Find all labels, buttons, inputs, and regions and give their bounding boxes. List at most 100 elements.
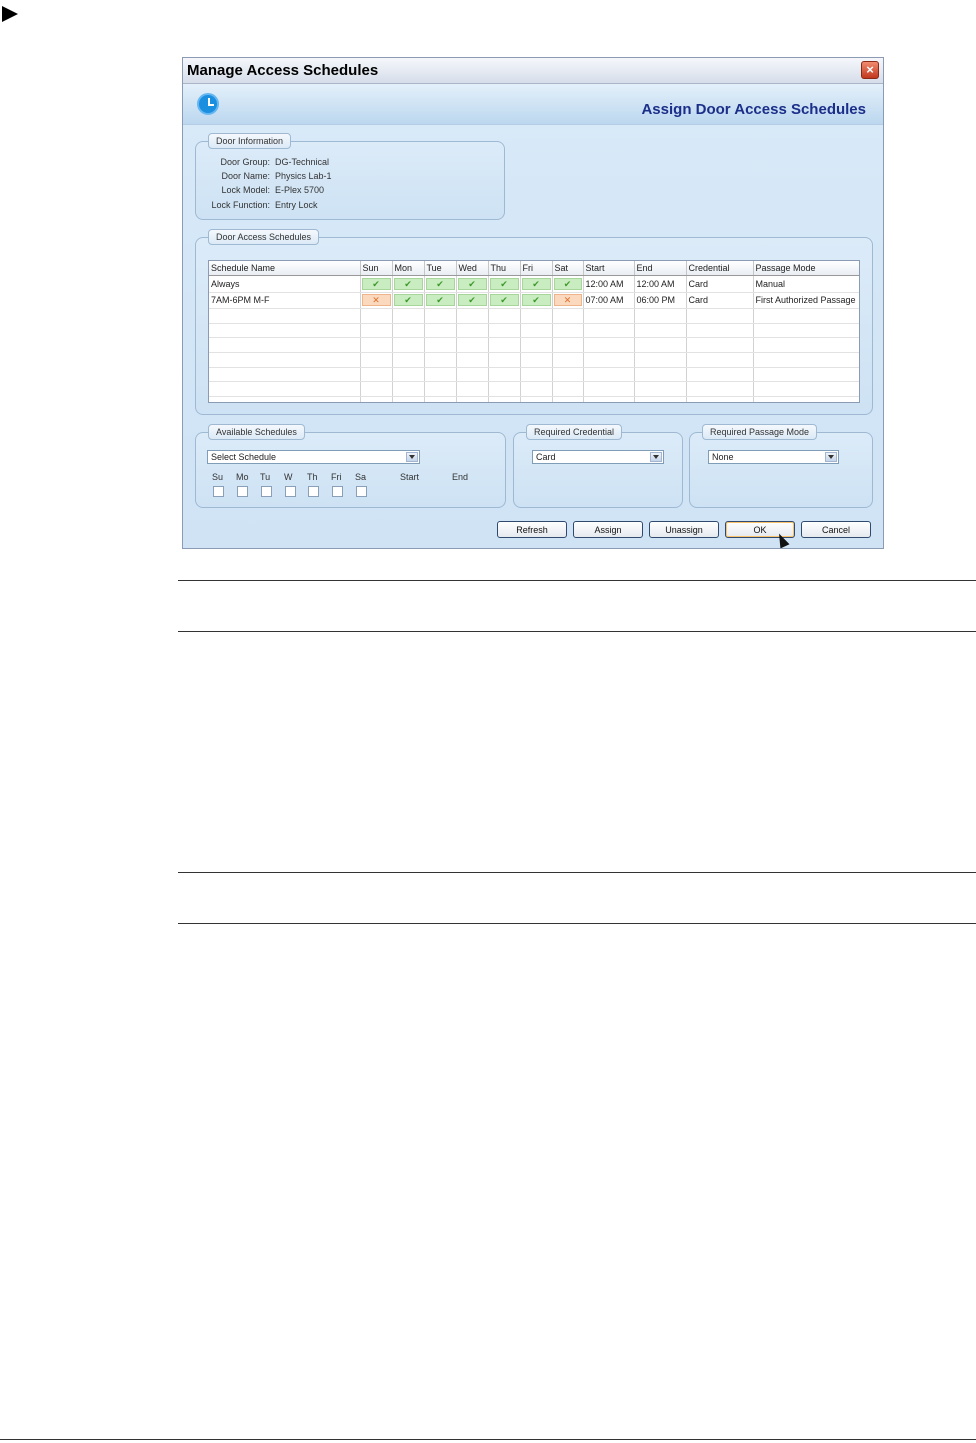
empty-cell [753,308,859,324]
cancel-button[interactable]: Cancel [801,521,871,538]
close-icon[interactable]: × [861,61,879,79]
end-time-cell: 06:00 PM [634,292,687,310]
end-label: End [452,472,469,482]
check-icon: ✔ [425,294,455,307]
table-row[interactable] [209,396,859,402]
empty-cell [488,367,521,383]
checkbox-monday[interactable] [237,486,248,497]
door-group-row: Door Group: DG-Technical [204,157,329,167]
assign-button[interactable]: Assign [573,521,643,538]
check-icon: ✔ [457,277,487,290]
checkbox-wednesday[interactable] [285,486,296,497]
divider-line [178,580,976,581]
checkbox-tuesday[interactable] [261,486,272,497]
empty-cell [686,396,754,402]
door-name-row: Door Name: Physics Lab-1 [204,171,332,181]
day-cell: ✕ [552,292,584,310]
empty-cell [552,352,584,368]
empty-cell [424,367,457,383]
day-cell: ✕ [360,292,393,310]
column-header[interactable]: Tue [424,261,457,276]
day-cell: ✔ [520,275,553,293]
chevron-down-icon[interactable] [825,452,837,462]
empty-cell [520,308,553,324]
credential-select[interactable]: Card [532,450,664,464]
check-icon: ✔ [553,277,582,290]
day-label-tuesday: Tu [260,472,271,482]
lock-model-value: E-Plex 5700 [275,185,325,195]
refresh-button[interactable]: Refresh [497,521,567,538]
column-header[interactable]: Sat [552,261,584,276]
door-name-value: Physics Lab-1 [275,171,332,181]
empty-cell [424,337,457,353]
empty-cell [424,396,457,402]
empty-cell [583,352,635,368]
empty-cell [456,337,489,353]
empty-cell [686,337,754,353]
day-cell: ✔ [456,275,489,293]
column-header[interactable]: Schedule Name [209,261,361,276]
lock-function-label: Lock Function: [211,200,270,210]
table-row[interactable] [209,323,859,339]
schedule-select[interactable]: Select Schedule [207,450,420,464]
empty-cell [488,352,521,368]
empty-cell [456,352,489,368]
checkbox-friday[interactable] [332,486,343,497]
day-cell: ✔ [456,292,489,310]
schedules-grid[interactable]: Schedule Name Sun Mon Tue Wed Thu Fri Sa… [208,260,860,403]
checkbox-thursday[interactable] [308,486,319,497]
table-header-row: Schedule Name Sun Mon Tue Wed Thu Fri Sa… [209,261,859,276]
passage-mode-select[interactable]: None [708,450,839,464]
empty-cell [634,396,687,402]
empty-cell [488,337,521,353]
table-row[interactable]: 7AM-6PM M-F ✕ ✔ ✔ ✔ ✔ ✔ ✕ 07:00 AM 06:00 PM Card Fi… [209,292,859,310]
schedules-table: Schedule Name Sun Mon Tue Wed Thu Fri Sa… [209,261,859,402]
column-header[interactable]: Passage Mode [753,261,859,276]
empty-cell [634,367,687,383]
table-row[interactable] [209,352,859,368]
table-row[interactable] [209,381,859,397]
column-header[interactable]: Wed [456,261,489,276]
empty-cell [360,323,393,339]
column-header[interactable]: Fri [520,261,553,276]
empty-cell [686,352,754,368]
bullet-arrow-icon [2,6,18,22]
door-access-schedules-group: Door Access Schedules Schedule Name Sun … [195,229,873,415]
column-header[interactable]: End [634,261,687,276]
day-label-wednesday: W [284,472,293,482]
empty-cell [392,381,425,397]
column-header[interactable]: Sun [360,261,393,276]
table-row[interactable]: Always ✔ ✔ ✔ ✔ ✔ ✔ ✔ 12:00 AM 12:00 AM Card Manual [209,275,859,293]
column-header[interactable]: Start [583,261,635,276]
check-icon: ✔ [489,294,519,307]
checkbox-sunday[interactable] [213,486,224,497]
door-name-label: Door Name: [221,171,270,181]
empty-cell [456,396,489,402]
header-band: Assign Door Access Schedules [183,84,883,125]
table-row[interactable] [209,367,859,383]
door-group-value: DG-Technical [275,157,330,167]
checkbox-saturday[interactable] [356,486,367,497]
day-label-friday: Fri [331,472,342,482]
empty-cell [392,337,425,353]
column-header[interactable]: Credential [686,261,754,276]
unassign-button[interactable]: Unassign [649,521,719,538]
empty-cell [583,367,635,383]
cross-icon: ✕ [553,294,582,307]
empty-cell [488,323,521,339]
chevron-down-icon[interactable] [650,452,662,462]
column-header[interactable]: Mon [392,261,425,276]
empty-cell [424,381,457,397]
empty-cell [456,308,489,324]
door-group-label: Door Group: [220,157,270,167]
day-cell: ✔ [424,275,457,293]
empty-cell [488,396,521,402]
schedule-select-value: Select Schedule [211,452,277,462]
chevron-down-icon[interactable] [406,452,418,462]
empty-cell [392,308,425,324]
column-header[interactable]: Thu [488,261,521,276]
door-information-group: Door Information Door Group: DG-Technical… [195,133,505,220]
table-row[interactable] [209,337,859,353]
table-row[interactable] [209,308,859,324]
available-schedules-group: Available Schedules Select Schedule Su M… [195,424,506,508]
